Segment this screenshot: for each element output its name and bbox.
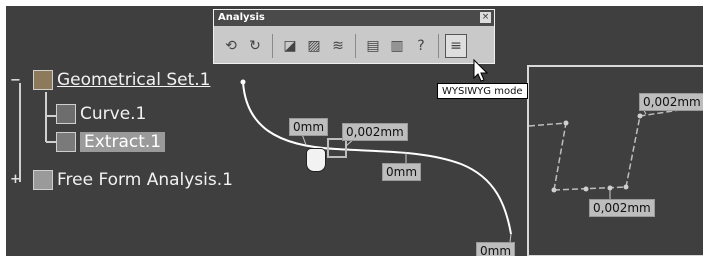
draft-analysis-icon[interactable]: ▨	[303, 34, 325, 58]
curve-connect-check-icon[interactable]: ⟲	[220, 34, 242, 58]
surface-curvature-icon[interactable]: ◪	[279, 34, 301, 58]
analysis-toolbar[interactable]: Analysis × ⟲ ↻ ◪ ▨ ≋ ▤ ▥ ? ≡	[213, 9, 495, 64]
detail-dim-label-bottom: 0,002mm	[589, 199, 655, 217]
cutting-planes-icon[interactable]: ▤	[362, 34, 384, 58]
wysiwyg-mode-icon[interactable]: ≡	[445, 34, 467, 58]
toolbar-separator	[438, 34, 439, 58]
toolbar-separator	[355, 34, 356, 58]
porcupine-analysis-icon[interactable]: ≋	[327, 34, 349, 58]
tooltip: WYSIWYG mode	[437, 83, 528, 99]
reflection-lines-icon[interactable]: ▥	[386, 34, 408, 58]
toolbar-button-row: ⟲ ↻ ◪ ▨ ≋ ▤ ▥ ? ≡	[220, 32, 467, 60]
close-icon[interactable]: ×	[480, 12, 491, 23]
help-icon[interactable]: ?	[410, 34, 432, 58]
toolbar-title[interactable]: Analysis	[214, 10, 494, 26]
curve-connect-analysis-icon[interactable]: ↻	[244, 34, 266, 58]
toolbar-separator	[272, 34, 273, 58]
detail-dim-label-top: 0,002mm	[639, 93, 703, 111]
